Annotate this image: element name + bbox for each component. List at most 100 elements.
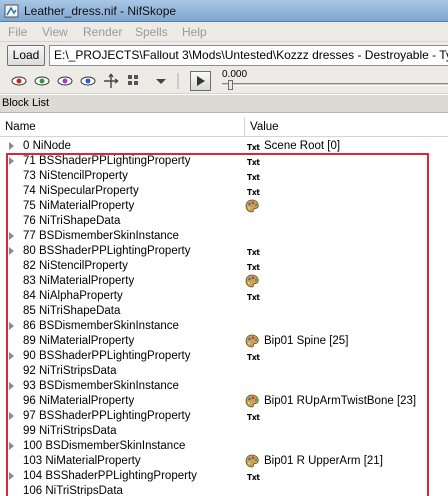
view-toolbar: 0.000 bbox=[0, 68, 448, 94]
txt-icon: Txt bbox=[247, 413, 260, 422]
block-name: 86 BSDismemberSkinInstance bbox=[23, 320, 179, 332]
expand-arrow-icon[interactable] bbox=[9, 157, 14, 165]
block-value: Bip01 Spine [25] bbox=[264, 335, 349, 347]
block-name: 0 NiNode bbox=[23, 140, 71, 152]
expand-arrow-icon[interactable] bbox=[9, 142, 14, 150]
expand-arrow-icon[interactable] bbox=[9, 472, 14, 480]
grid-icon[interactable] bbox=[125, 72, 143, 90]
axes-icon[interactable] bbox=[102, 72, 120, 90]
menu-render[interactable]: Render bbox=[83, 25, 122, 39]
animation-slider-track[interactable] bbox=[222, 83, 448, 86]
tree-row[interactable]: 84 NiAlphaProperty Txt bbox=[0, 289, 448, 304]
block-name: 74 NiSpecularProperty bbox=[23, 185, 139, 197]
file-path-input[interactable]: E:\_PROJECTS\Fallout 3\Mods\Untested\Koz… bbox=[49, 45, 448, 66]
block-name: 92 NiTriStripsData bbox=[23, 365, 117, 377]
dropdown-icon[interactable] bbox=[152, 72, 170, 90]
menu-spells[interactable]: Spells bbox=[135, 25, 168, 39]
txt-icon: Txt bbox=[247, 473, 260, 482]
expand-arrow-icon[interactable] bbox=[9, 412, 14, 420]
animation-time: 0.000 bbox=[222, 69, 248, 80]
block-name: 106 NiTriStripsData bbox=[23, 485, 123, 496]
tree-row[interactable]: 99 NiTriStripsData bbox=[0, 424, 448, 439]
tree-row[interactable]: 82 NiStencilProperty Txt bbox=[0, 259, 448, 274]
column-header-value[interactable]: Value bbox=[245, 117, 448, 137]
eye-purple-icon[interactable] bbox=[56, 72, 74, 90]
tree-row[interactable]: 76 NiTriShapeData bbox=[0, 214, 448, 229]
animation-slider-handle[interactable] bbox=[228, 80, 233, 90]
nifskope-app-icon bbox=[4, 4, 19, 18]
tree-row[interactable]: 86 BSDismemberSkinInstance bbox=[0, 319, 448, 334]
tree-row[interactable]: 73 NiStencilProperty Txt bbox=[0, 169, 448, 184]
tree-row[interactable]: 74 NiSpecularProperty Txt bbox=[0, 184, 448, 199]
play-icon bbox=[197, 76, 205, 86]
menu-help[interactable]: Help bbox=[182, 25, 207, 39]
tree-row[interactable]: 92 NiTriStripsData bbox=[0, 364, 448, 379]
txt-icon: Txt bbox=[247, 263, 260, 272]
block-value: Bip01 RUpArmTwistBone [23] bbox=[264, 395, 417, 407]
window-title: Leather_dress.nif - NifSkope bbox=[24, 4, 177, 18]
load-button[interactable]: Load bbox=[7, 45, 45, 66]
expand-arrow-icon[interactable] bbox=[9, 247, 14, 255]
tree-row[interactable]: 104 BSShaderPPLightingProperty Txt bbox=[0, 469, 448, 484]
tree-row[interactable]: 97 BSShaderPPLightingProperty Txt bbox=[0, 409, 448, 424]
tree-row[interactable]: 77 BSDismemberSkinInstance bbox=[0, 229, 448, 244]
txt-icon: Txt bbox=[247, 158, 260, 167]
block-name: 76 NiTriShapeData bbox=[23, 215, 121, 227]
block-name: 75 NiMaterialProperty bbox=[23, 200, 135, 212]
txt-icon: Txt bbox=[247, 143, 260, 152]
tree-row[interactable]: 0 NiNode Txt Scene Root [0] bbox=[0, 139, 448, 154]
expand-arrow-icon[interactable] bbox=[9, 442, 14, 450]
menu-view[interactable]: View bbox=[42, 25, 68, 39]
menu-bar: File View Render Spells Help bbox=[0, 22, 448, 42]
block-name: 84 NiAlphaProperty bbox=[23, 290, 123, 302]
expand-arrow-icon[interactable] bbox=[9, 352, 14, 360]
block-name: 71 BSShaderPPLightingProperty bbox=[23, 155, 191, 167]
expand-arrow-icon[interactable] bbox=[9, 322, 14, 330]
material-palette-icon bbox=[245, 199, 260, 214]
block-name: 103 NiMaterialProperty bbox=[23, 455, 141, 467]
column-header-name[interactable]: Name bbox=[0, 117, 245, 137]
block-name: 89 NiMaterialProperty bbox=[23, 335, 135, 347]
block-name: 80 BSShaderPPLightingProperty bbox=[23, 245, 191, 257]
tree-row[interactable]: 100 BSDismemberSkinInstance bbox=[0, 439, 448, 454]
path-bar: Load E:\_PROJECTS\Fallout 3\Mods\Unteste… bbox=[0, 42, 448, 68]
toolbar-separator-icon bbox=[177, 73, 179, 89]
tree-row[interactable]: 103 NiMaterialProperty Bip01 R UpperArm [… bbox=[0, 454, 448, 469]
expand-arrow-icon[interactable] bbox=[9, 382, 14, 390]
material-palette-icon bbox=[245, 454, 260, 469]
txt-icon: Txt bbox=[247, 188, 260, 197]
block-name: 82 NiStencilProperty bbox=[23, 260, 128, 272]
expand-arrow-icon[interactable] bbox=[9, 232, 14, 240]
tree-row[interactable]: 96 NiMaterialProperty Bip01 RUpArmTwistBo… bbox=[0, 394, 448, 409]
tree-row[interactable]: 80 BSShaderPPLightingProperty Txt bbox=[0, 244, 448, 259]
tree-row[interactable]: 90 BSShaderPPLightingProperty Txt bbox=[0, 349, 448, 364]
tree-row[interactable]: 75 NiMaterialProperty bbox=[0, 199, 448, 214]
tree-row[interactable]: 71 BSShaderPPLightingProperty Txt bbox=[0, 154, 448, 169]
txt-icon: Txt bbox=[247, 248, 260, 257]
block-name: 83 NiMaterialProperty bbox=[23, 275, 135, 287]
block-name: 100 BSDismemberSkinInstance bbox=[23, 440, 186, 452]
txt-icon: Txt bbox=[247, 173, 260, 182]
block-name: 97 BSShaderPPLightingProperty bbox=[23, 410, 191, 422]
tree-row[interactable]: 85 NiTriShapeData bbox=[0, 304, 448, 319]
block-list-title: Block List bbox=[0, 95, 448, 113]
txt-icon: Txt bbox=[247, 293, 260, 302]
block-name: 99 NiTriStripsData bbox=[23, 425, 117, 437]
tree-row[interactable]: 83 NiMaterialProperty bbox=[0, 274, 448, 289]
eye-red-icon[interactable] bbox=[10, 72, 28, 90]
eye-green-icon[interactable] bbox=[33, 72, 51, 90]
tree-row[interactable]: 93 BSDismemberSkinInstance bbox=[0, 379, 448, 394]
txt-icon: Txt bbox=[247, 353, 260, 362]
block-name: 85 NiTriShapeData bbox=[23, 305, 121, 317]
tree-row[interactable]: 106 NiTriStripsData bbox=[0, 484, 448, 496]
material-palette-icon bbox=[245, 274, 260, 289]
block-name: 96 NiMaterialProperty bbox=[23, 395, 135, 407]
eye-blue-icon[interactable] bbox=[79, 72, 97, 90]
play-button[interactable] bbox=[190, 71, 211, 91]
menu-file[interactable]: File bbox=[8, 25, 27, 39]
block-value: Bip01 R UpperArm [21] bbox=[264, 455, 383, 467]
block-name: 90 BSShaderPPLightingProperty bbox=[23, 350, 191, 362]
tree-row[interactable]: 89 NiMaterialProperty Bip01 Spine [25] bbox=[0, 334, 448, 349]
block-name: 77 BSDismemberSkinInstance bbox=[23, 230, 179, 242]
block-name: 93 BSDismemberSkinInstance bbox=[23, 380, 179, 392]
